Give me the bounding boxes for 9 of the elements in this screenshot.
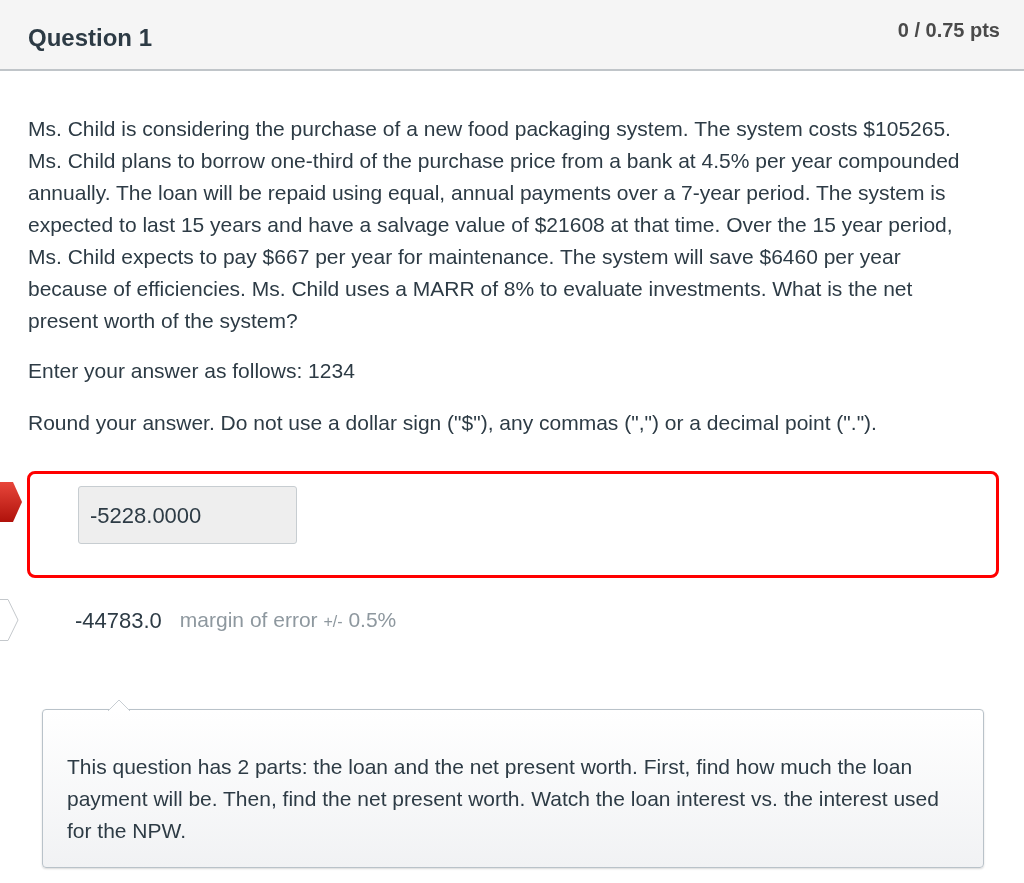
margin-of-error-text: margin of error +/- 0.5% xyxy=(179,607,397,634)
question-title: Question 1 xyxy=(28,23,153,53)
question-text: Ms. Child is considering the purchase of a new food packaging system. The system costs $105265. Ms. Child plans to borrow one-third of the purchase price from a bank at 4.5% per year compounded annually. The loan will be repaid using equal, annual payments over a 7-year period. The system is expected to last 15 years and have a salvage value of $21608 at that time. Over the 15 year period, Ms. Child expects to pay $667 per year for maintenance. The system will save $6460 per year because of efficiencies. Ms. Child uses a MARR of 8% to evaluate investments. What is the net present worth of the system? xyxy=(28,116,961,334)
question-text: Round your answer. Do not use a dollar sign ("$"), any commas (",") or a decimal point ("."). xyxy=(28,410,878,436)
points-score: 0 / 0.75 pts xyxy=(897,18,1000,43)
answer-input[interactable]: -5228.0000 xyxy=(78,486,297,544)
correct-answer-value: -44783.0 xyxy=(75,606,162,635)
question-text: Enter your answer as follows: 1234 xyxy=(28,358,356,384)
comment-text: This question has 2 parts: the loan and the net present worth. First, find how much the loan payment will be. Then, find the net present worth. Watch the loan interest vs. the interest used for the NPW. xyxy=(67,754,940,844)
